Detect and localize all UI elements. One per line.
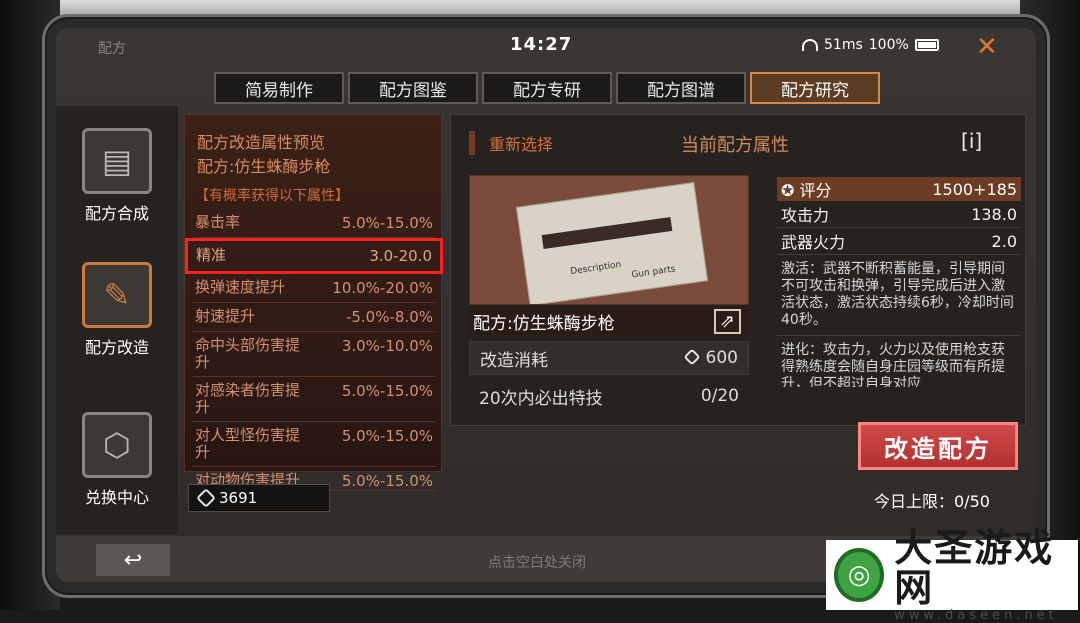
screen: 配方 14:27 51ms 100% ✕ 简易制作 配方图鉴 配方专研 配方图谱… bbox=[56, 28, 1036, 582]
tab-recipe-study[interactable]: 配方专研 bbox=[482, 72, 612, 104]
currency-amount: 3691 bbox=[219, 489, 258, 507]
panel-title: 当前配方属性 bbox=[681, 135, 789, 156]
sidebar-item-label: 配方改造 bbox=[84, 338, 149, 357]
stat-row: 武器火力 2.0 bbox=[777, 228, 1021, 255]
shopping-bag-icon: ⬡ bbox=[82, 412, 152, 478]
score-value: 1500+185 bbox=[932, 179, 1017, 199]
cost-value: 600 bbox=[705, 348, 738, 368]
panel-title: 配方改造属性预览 bbox=[197, 133, 326, 152]
attribute-preview-panel: 配方改造属性预览 配方:仿生蛛酶步枪 【有概率获得以下属性】 暴击率 5.0%-1… bbox=[184, 114, 443, 491]
cost-row: 改造消耗 600 bbox=[469, 341, 749, 375]
document-pen-icon: ✎ bbox=[82, 262, 152, 328]
cost-value-wrap: 600 bbox=[683, 348, 738, 368]
list-item: 暴击率 5.0%-15.0% bbox=[193, 209, 435, 238]
sidebar: ▤ 配方合成 ✎ 配方改造 ⬡ 兑换中心 bbox=[56, 106, 178, 534]
list-item: 射速提升 -5.0%-8.0% bbox=[193, 303, 435, 332]
info-icon[interactable]: [i] bbox=[961, 129, 982, 153]
panel-subtitle: 配方:仿生蛛酶步枪 bbox=[197, 157, 331, 176]
sidebar-item-exchange[interactable]: ⬡ 兑换中心 bbox=[56, 412, 178, 508]
site-logo-icon: ◎ bbox=[834, 548, 885, 602]
attribute-list[interactable]: 暴击率 5.0%-15.0% 精准 3.0-20.0 换弹速度提升 10.0%-20.… bbox=[185, 209, 443, 491]
status-indicators: 51ms 100% bbox=[802, 37, 939, 53]
guarantee-value: 0/20 bbox=[700, 386, 739, 406]
tab-bar: 简易制作 配方图鉴 配方专研 配方图谱 配方研究 bbox=[214, 72, 880, 104]
list-item: 对感染者伤害提升 5.0%-15.0% bbox=[193, 377, 435, 422]
score-row: ✪ 评分 1500+185 bbox=[777, 177, 1021, 201]
current-recipe-panel: 重新选择 当前配方属性 [i] Description Gun parts 配方… bbox=[450, 114, 1026, 426]
window-title: 配方 bbox=[98, 41, 126, 57]
sidebar-item-label: 配方合成 bbox=[84, 204, 149, 223]
ping-text: 51ms bbox=[824, 37, 863, 53]
currency-icon bbox=[683, 348, 701, 366]
share-icon[interactable]: ⇗ bbox=[713, 308, 741, 334]
currency-display: 3691 bbox=[188, 484, 330, 512]
guarantee-label: 20次内必出特技 bbox=[479, 388, 603, 409]
sidebar-item-modify[interactable]: ✎ 配方改造 bbox=[56, 262, 178, 358]
star-icon: ✪ bbox=[781, 181, 800, 200]
close-hint[interactable]: 点击空白处关闭 bbox=[488, 552, 586, 572]
clock: 14:27 bbox=[510, 34, 573, 55]
watermark-text: 大圣游戏网 www.daseen.net bbox=[894, 528, 1078, 623]
recipe-name: 配方:仿生蛛酶步枪 bbox=[473, 313, 615, 334]
status-bar: 配方 14:27 51ms 100% ✕ bbox=[56, 28, 1036, 64]
cost-label: 改造消耗 bbox=[480, 350, 548, 371]
reselect-button[interactable]: 重新选择 bbox=[469, 131, 553, 155]
list-item: 命中头部伤害提升 3.0%-10.0% bbox=[193, 332, 435, 377]
wifi-icon bbox=[802, 39, 818, 51]
stats-list: ✪ 评分 1500+185 攻击力 138.0 武器火力 2.0 激活：武器不断积蓄… bbox=[777, 177, 1021, 387]
modify-recipe-button[interactable]: 改造配方 bbox=[858, 422, 1018, 470]
recipe-image: Description Gun parts bbox=[469, 175, 749, 305]
score-label-wrap: ✪ 评分 bbox=[781, 181, 832, 200]
battery-icon bbox=[914, 39, 939, 51]
tab-recipe-research[interactable]: 配方研究 bbox=[750, 72, 880, 104]
guarantee-row: 20次内必出特技 0/20 bbox=[469, 379, 749, 413]
daily-limit: 今日上限：0/50 bbox=[874, 492, 990, 511]
stat-row: 攻击力 138.0 bbox=[777, 201, 1021, 228]
skill-description: 激活：武器不断积蓄能量，引导期间不可攻击和换弹，引导完成后进入激活状态，激活状态… bbox=[781, 261, 1014, 328]
evolution-description[interactable]: 进化：攻击力，火力以及使用枪支获得熟练度会随自身庄园等级而有所提升，但不超过自身… bbox=[777, 335, 1021, 387]
battery-text: 100% bbox=[868, 37, 909, 53]
tab-simple-craft[interactable]: 简易制作 bbox=[214, 72, 344, 104]
tab-recipe-catalog[interactable]: 配方图鉴 bbox=[348, 72, 478, 104]
recipe-name-bar: 配方:仿生蛛酶步枪 ⇗ bbox=[469, 307, 749, 335]
sidebar-item-label: 兑换中心 bbox=[84, 488, 149, 507]
list-item-highlighted: 精准 3.0-20.0 bbox=[185, 238, 443, 274]
sidebar-item-synthesis[interactable]: ▤ 配方合成 bbox=[56, 128, 178, 224]
back-button[interactable]: ↩ bbox=[96, 544, 170, 576]
list-item: 对人型怪伤害提升 5.0%-15.0% bbox=[193, 422, 435, 467]
tab-recipe-atlas[interactable]: 配方图谱 bbox=[616, 72, 746, 104]
close-icon[interactable]: ✕ bbox=[976, 32, 998, 62]
watermark-name: 大圣游戏网 bbox=[894, 525, 1055, 610]
terminal-icon: ▤ bbox=[82, 128, 152, 194]
watermark: ◎ 大圣游戏网 www.daseen.net bbox=[826, 528, 1078, 623]
probability-note: 【有概率获得以下属性】 bbox=[195, 188, 349, 204]
list-item: 换弹速度提升 10.0%-20.0% bbox=[193, 274, 435, 303]
currency-icon bbox=[196, 488, 216, 508]
